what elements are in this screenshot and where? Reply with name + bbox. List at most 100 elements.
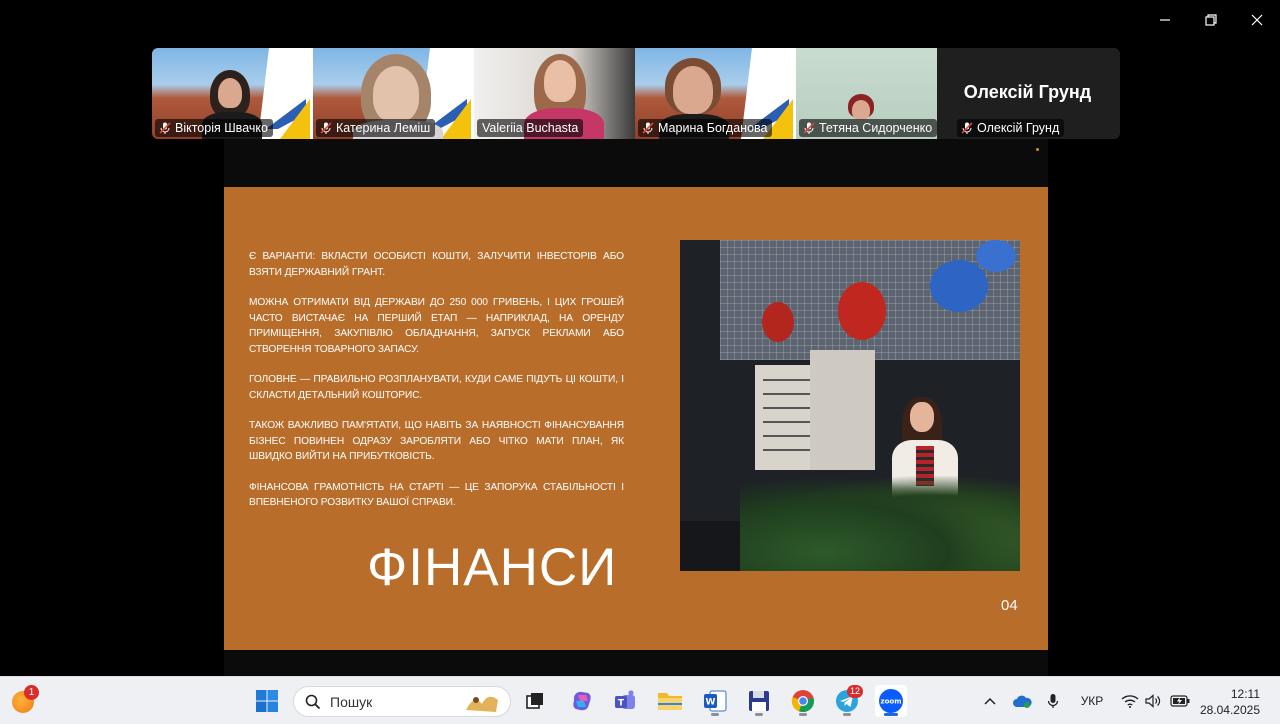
cafe-photo bbox=[680, 240, 1020, 571]
participant-name: Тетяна Сидорченко bbox=[819, 121, 933, 135]
slide-paragraph: Є варіанти: вкласти особисті кошти, залу… bbox=[249, 251, 624, 278]
red-flower bbox=[762, 302, 794, 342]
svg-text:zoom: zoom bbox=[881, 698, 902, 706]
participant-tile[interactable]: Марина Богданова bbox=[635, 48, 796, 139]
participant-tile[interactable]: Катерина Леміш bbox=[313, 48, 474, 139]
participant-name: Олексій Грунд bbox=[977, 121, 1060, 135]
slide-paragraph: Фінансова грамотність на старті — це зап… bbox=[249, 481, 624, 509]
svg-text:T: T bbox=[618, 699, 625, 709]
barista-face bbox=[910, 402, 934, 432]
zoom-meeting-window: Вікторія Швачко Катерина Леміш Valeriia … bbox=[0, 0, 1280, 724]
running-indicator bbox=[799, 713, 807, 716]
running-indicator bbox=[755, 713, 763, 716]
slide-body-text: Є варіанти: вкласти особисті кошти, залу… bbox=[249, 249, 624, 526]
copilot-icon bbox=[573, 691, 591, 711]
save-app-button[interactable] bbox=[743, 685, 775, 717]
participant-name: Valeriia Buchasta bbox=[482, 121, 579, 135]
search-input[interactable]: Пошук bbox=[293, 686, 511, 717]
participant-face bbox=[218, 78, 242, 108]
speaker-icon bbox=[1145, 694, 1161, 708]
cloud-icon bbox=[1013, 695, 1032, 708]
restore-button[interactable] bbox=[1188, 0, 1234, 40]
restore-icon bbox=[1205, 14, 1217, 26]
participant-tile[interactable]: Вікторія Швачко bbox=[152, 48, 313, 139]
slide-paragraph: Головне — правильно розпланувати, куди с… bbox=[249, 374, 624, 401]
participant-tile-video-off[interactable]: Олексій Грунд Олексій Грунд bbox=[937, 48, 1118, 139]
battery-charging-icon bbox=[1170, 695, 1190, 707]
chrome-button[interactable] bbox=[787, 685, 819, 717]
close-icon bbox=[1251, 14, 1263, 26]
slide-title: ФІНАНСИ bbox=[367, 538, 618, 597]
clock-date: 28.04.2025 bbox=[1199, 703, 1260, 717]
participant-display-name: Олексій Грунд bbox=[963, 82, 1092, 102]
search-placeholder: Пошук bbox=[330, 693, 373, 710]
blue-flower bbox=[930, 260, 988, 312]
weather-widget[interactable]: 1 bbox=[12, 685, 39, 713]
windows-taskbar: 1 Пошук T W 12 zoom УКР 12:11 28.04.2025 bbox=[0, 676, 1280, 724]
file-explorer-button[interactable] bbox=[654, 685, 686, 717]
copilot-button[interactable] bbox=[566, 685, 598, 717]
minimize-button[interactable] bbox=[1142, 0, 1188, 40]
telegram-button[interactable]: 12 bbox=[831, 685, 863, 717]
language-label: УКР bbox=[1080, 694, 1104, 708]
notification-badge: 1 bbox=[24, 685, 39, 700]
search-highlight-icon bbox=[466, 696, 498, 712]
slide-paragraph: Можна отримати від держави до 250 000 гр… bbox=[249, 297, 624, 355]
participant-name: Катерина Леміш bbox=[336, 121, 431, 135]
task-view-icon bbox=[526, 693, 543, 709]
slide-page-number: 04 bbox=[1001, 597, 1018, 614]
participant-name-tag: Олексій Грунд bbox=[957, 119, 1065, 137]
participant-name: Марина Богданова bbox=[658, 121, 768, 135]
slide-paragraph: Також важливо пам'ятати, що навіть за на… bbox=[249, 420, 624, 462]
window-controls bbox=[1142, 0, 1280, 40]
start-button[interactable] bbox=[251, 685, 283, 717]
presentation-slide: Є варіанти: вкласти особисті кошти, залу… bbox=[224, 187, 1048, 650]
zoom-icon: zoom bbox=[879, 689, 903, 713]
blue-flower bbox=[976, 240, 1016, 272]
running-indicator bbox=[711, 713, 719, 716]
microphone-tray-button[interactable] bbox=[1043, 685, 1063, 717]
system-clock[interactable]: 12:11 28.04.2025 bbox=[1200, 686, 1260, 718]
windows-logo-icon bbox=[256, 690, 278, 712]
participant-name-tag: Valeriia Buchasta bbox=[477, 119, 584, 137]
onedrive-tray-button[interactable] bbox=[1010, 685, 1034, 717]
mic-muted-icon bbox=[320, 122, 332, 134]
close-button[interactable] bbox=[1234, 0, 1280, 40]
participant-face bbox=[852, 100, 870, 120]
chevron-up-icon bbox=[984, 697, 996, 705]
participant-face bbox=[673, 66, 713, 114]
participant-tile[interactable]: Тетяна Сидорченко bbox=[796, 48, 937, 139]
folder-icon bbox=[658, 693, 682, 710]
volume-tray-button[interactable] bbox=[1143, 685, 1163, 717]
zoom-button[interactable]: zoom bbox=[875, 685, 907, 717]
notification-badge: 12 bbox=[847, 685, 863, 698]
microphone-icon bbox=[1047, 694, 1059, 708]
mic-muted-icon bbox=[159, 122, 171, 134]
participant-face bbox=[544, 60, 576, 102]
teams-icon: T bbox=[615, 690, 635, 709]
running-indicator bbox=[884, 713, 898, 716]
language-indicator[interactable]: УКР bbox=[1076, 685, 1108, 717]
participant-name-tag: Катерина Леміш bbox=[316, 119, 436, 137]
mic-muted-icon bbox=[961, 122, 973, 134]
floppy-disk-icon bbox=[749, 691, 769, 711]
show-hidden-icons-button[interactable] bbox=[980, 685, 1000, 717]
participant-tile-active-speaker[interactable]: Valeriia Buchasta bbox=[474, 48, 635, 139]
red-flower bbox=[838, 282, 886, 340]
task-view-button[interactable] bbox=[519, 685, 551, 717]
network-tray-button[interactable] bbox=[1119, 685, 1141, 717]
clock-time: 12:11 bbox=[1230, 687, 1260, 701]
word-button[interactable]: W bbox=[699, 685, 731, 717]
participant-face bbox=[373, 66, 419, 122]
teams-button[interactable]: T bbox=[609, 685, 641, 717]
participant-strip: Вікторія Швачко Катерина Леміш Valeriia … bbox=[152, 48, 1120, 139]
menu-board bbox=[810, 350, 875, 470]
wifi-icon bbox=[1121, 695, 1139, 708]
mic-muted-icon bbox=[803, 122, 815, 134]
search-icon bbox=[305, 694, 321, 709]
participant-name: Вікторія Швачко bbox=[175, 121, 268, 135]
battery-tray-button[interactable] bbox=[1168, 685, 1192, 717]
minimize-icon bbox=[1160, 19, 1170, 21]
participant-name-tag: Тетяна Сидорченко bbox=[799, 119, 937, 137]
running-indicator bbox=[843, 713, 851, 716]
